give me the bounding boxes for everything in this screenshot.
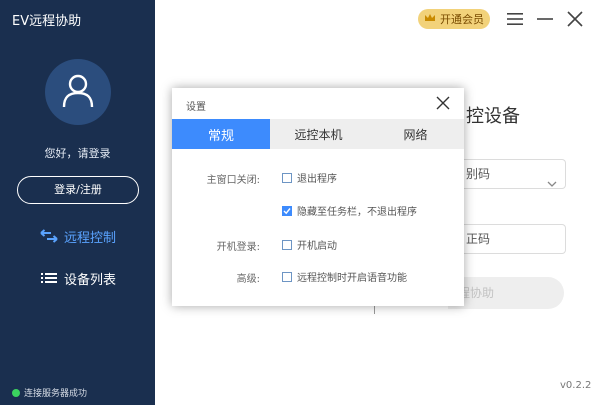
verification-code-field[interactable]: 正码 <box>448 224 566 254</box>
app-title: EV远程协助 <box>12 14 82 29</box>
checkbox-exit-program[interactable] <box>282 172 292 183</box>
greeting-text: 您好，请登录 <box>44 147 111 160</box>
status-dot <box>12 388 20 397</box>
list-icon <box>40 270 58 286</box>
divider <box>374 306 375 314</box>
dialog-title: 设置 <box>186 102 206 113</box>
option-hide-to-tray-label: 隐藏至任务栏，不退出程序 <box>297 207 417 218</box>
nav-label-device-list: 设备列表 <box>64 272 117 288</box>
nav-item-remote-control[interactable]: 远程控制 <box>40 225 116 247</box>
checkbox-start-on-boot[interactable] <box>282 239 292 250</box>
startup-login-label: 开机登录: <box>216 242 260 253</box>
option-voice-during-remote[interactable]: 远程控制时开启语音功能 <box>282 269 407 284</box>
menu-icon[interactable] <box>506 10 524 28</box>
swap-arrows-icon <box>40 228 58 244</box>
sidebar: EV远程协助 您好，请登录 登录/注册 远程控制 设备列表 连接服务器成功 <box>0 0 155 405</box>
nav-label-remote-control: 远程控制 <box>64 230 117 246</box>
settings-tabs: 常规 远控本机 网络 <box>172 119 464 149</box>
option-start-on-boot-label: 开机启动 <box>297 241 337 252</box>
dialog-close-icon[interactable] <box>436 95 450 110</box>
nav-item-device-list[interactable]: 设备列表 <box>40 267 116 289</box>
settings-dialog: 设置 常规 远控本机 网络 主窗口关闭: 退出程序 隐藏至任务栏，不退出程序 开… <box>172 88 464 306</box>
vip-subscribe-button[interactable]: 开通会员 <box>418 9 490 29</box>
avatar[interactable] <box>45 59 111 125</box>
version-label: v0.2.2 <box>560 380 592 391</box>
crown-icon <box>424 13 436 26</box>
tab-network[interactable]: 网络 <box>367 119 464 149</box>
verification-code-placeholder: 正码 <box>466 232 491 246</box>
user-icon <box>62 74 94 108</box>
remote-device-heading: 控设备 <box>466 106 520 127</box>
option-start-on-boot[interactable]: 开机启动 <box>282 237 337 252</box>
close-icon[interactable] <box>566 10 584 28</box>
chevron-down-icon[interactable] <box>547 170 557 198</box>
connection-status: 连接服务器成功 <box>12 386 87 399</box>
option-exit-program-label: 退出程序 <box>297 174 337 185</box>
checkbox-hide-to-tray[interactable] <box>282 205 292 216</box>
option-voice-during-remote-label: 远程控制时开启语音功能 <box>297 273 407 284</box>
tab-remote-this-machine[interactable]: 远控本机 <box>270 119 367 149</box>
tab-general[interactable]: 常规 <box>172 119 270 149</box>
option-hide-to-tray[interactable]: 隐藏至任务栏，不退出程序 <box>282 203 417 218</box>
advanced-label: 高级: <box>236 274 260 285</box>
main-window-close-label: 主窗口关闭: <box>206 175 260 186</box>
device-id-placeholder: 别码 <box>466 167 491 181</box>
checkmark-icon <box>283 207 291 214</box>
start-remote-assist-button[interactable]: 程协助 <box>448 277 564 309</box>
status-text: 连接服务器成功 <box>24 389 88 399</box>
checkbox-voice-during-remote[interactable] <box>282 271 292 282</box>
device-id-field[interactable]: 别码 <box>448 159 566 189</box>
minimize-icon[interactable] <box>536 10 554 28</box>
option-exit-program[interactable]: 退出程序 <box>282 170 337 185</box>
login-register-button[interactable]: 登录/注册 <box>17 176 139 204</box>
vip-label: 开通会员 <box>440 13 484 26</box>
